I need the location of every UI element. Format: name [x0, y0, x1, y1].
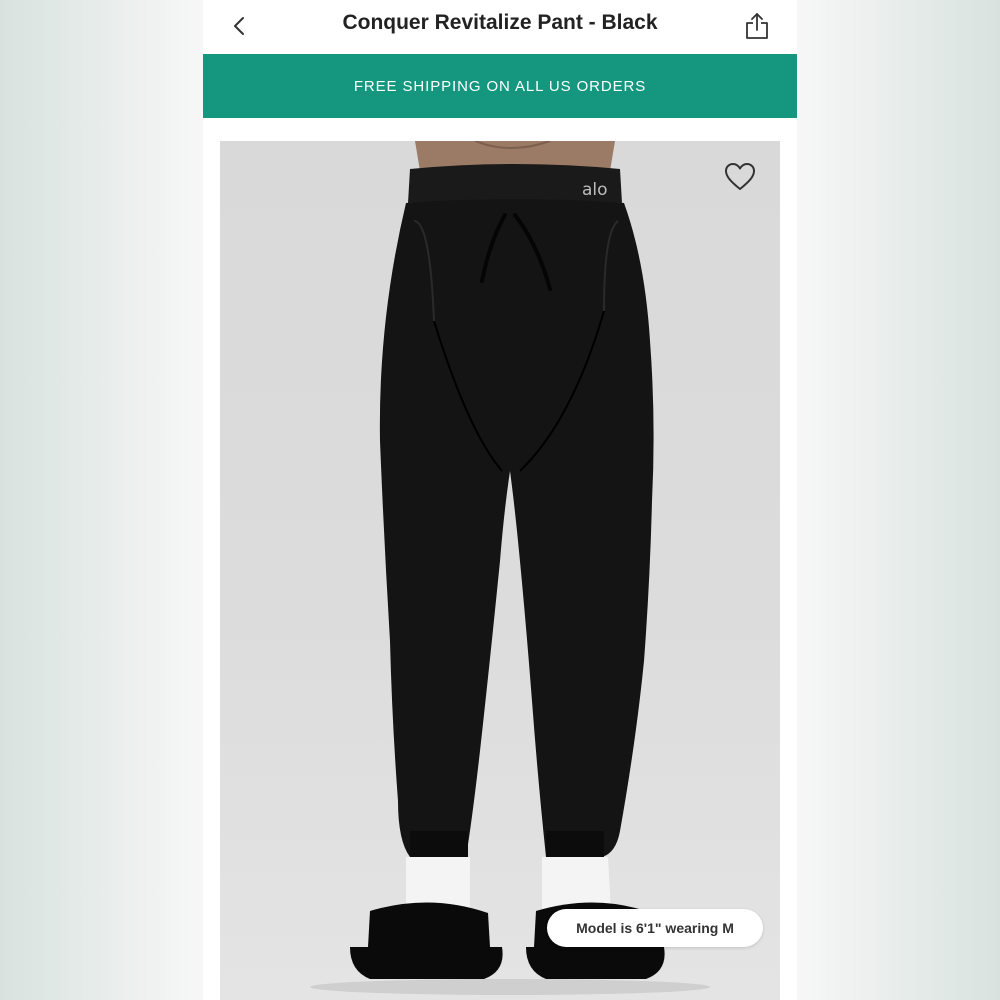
promo-text: FREE SHIPPING ON ALL US ORDERS — [353, 77, 647, 95]
app-screen: Conquer Revitalize Pant - Black FREE SHI… — [203, 0, 797, 1000]
navigation-bar: Conquer Revitalize Pant - Black — [203, 0, 797, 54]
product-photo: alo — [310, 141, 710, 995]
model-info-text: Model is 6'1" wearing M — [576, 920, 734, 936]
brand-logo: alo — [582, 180, 608, 200]
share-icon — [746, 13, 768, 39]
page-title: Conquer Revitalize Pant - Black — [342, 11, 658, 34]
chevron-left-icon — [234, 17, 244, 35]
back-button[interactable] — [221, 8, 257, 44]
background-right — [797, 0, 1000, 1000]
share-button[interactable] — [737, 6, 777, 46]
wishlist-button[interactable] — [722, 159, 758, 195]
heart-icon — [725, 163, 755, 190]
product-image[interactable]: alo Model is 6'1" wearing M — [220, 141, 780, 1000]
model-info-pill: Model is 6'1" wearing M — [547, 909, 763, 947]
background-left — [0, 0, 203, 1000]
promo-banner[interactable]: FREE SHIPPING ON ALL US ORDERS — [203, 54, 797, 118]
